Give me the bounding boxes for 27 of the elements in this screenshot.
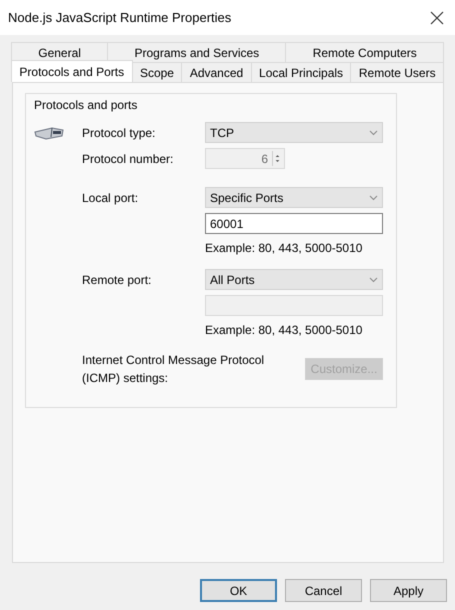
tab[interactable]: Protocols and Ports (11, 60, 133, 82)
field-label: Protocol number: (82, 150, 174, 168)
dialog-button[interactable]: Apply (370, 579, 447, 602)
hint-text: Example: 80, 443, 5000-5010 (205, 240, 364, 257)
chevron-down-icon (369, 194, 378, 200)
close-icon[interactable] (429, 10, 445, 26)
tab[interactable]: Remote Computers (285, 42, 444, 62)
network-plug-icon (34, 126, 64, 140)
input-field[interactable]: 60001 (205, 213, 383, 234)
dialog-button[interactable]: OK (200, 579, 277, 602)
field-label: Remote port: (82, 272, 152, 288)
group-title: Protocols and ports (34, 97, 138, 114)
hint-text: Example: 80, 443, 5000-5010 (205, 322, 364, 339)
dropdown[interactable]: TCP (205, 122, 383, 143)
field-label: Protocol type: (82, 124, 156, 142)
dialog-button[interactable]: Cancel (285, 579, 362, 602)
window-title: Node.js JavaScript Runtime Properties (8, 8, 232, 27)
field-label: Local port: (82, 190, 140, 206)
icmp-label: Internet Control Message Protocol (ICMP) settings: (82, 352, 266, 387)
dropdown[interactable]: All Ports (205, 269, 383, 290)
tab[interactable]: Scope (132, 62, 182, 82)
chevron-down-icon (369, 130, 378, 136)
tab[interactable]: Remote Users (350, 62, 444, 82)
tab[interactable]: Programs and Services (107, 42, 286, 62)
dropdown[interactable]: Specific Ports (205, 187, 383, 208)
chevron-down-icon (369, 276, 378, 282)
tab[interactable]: Local Principals (250, 62, 352, 82)
